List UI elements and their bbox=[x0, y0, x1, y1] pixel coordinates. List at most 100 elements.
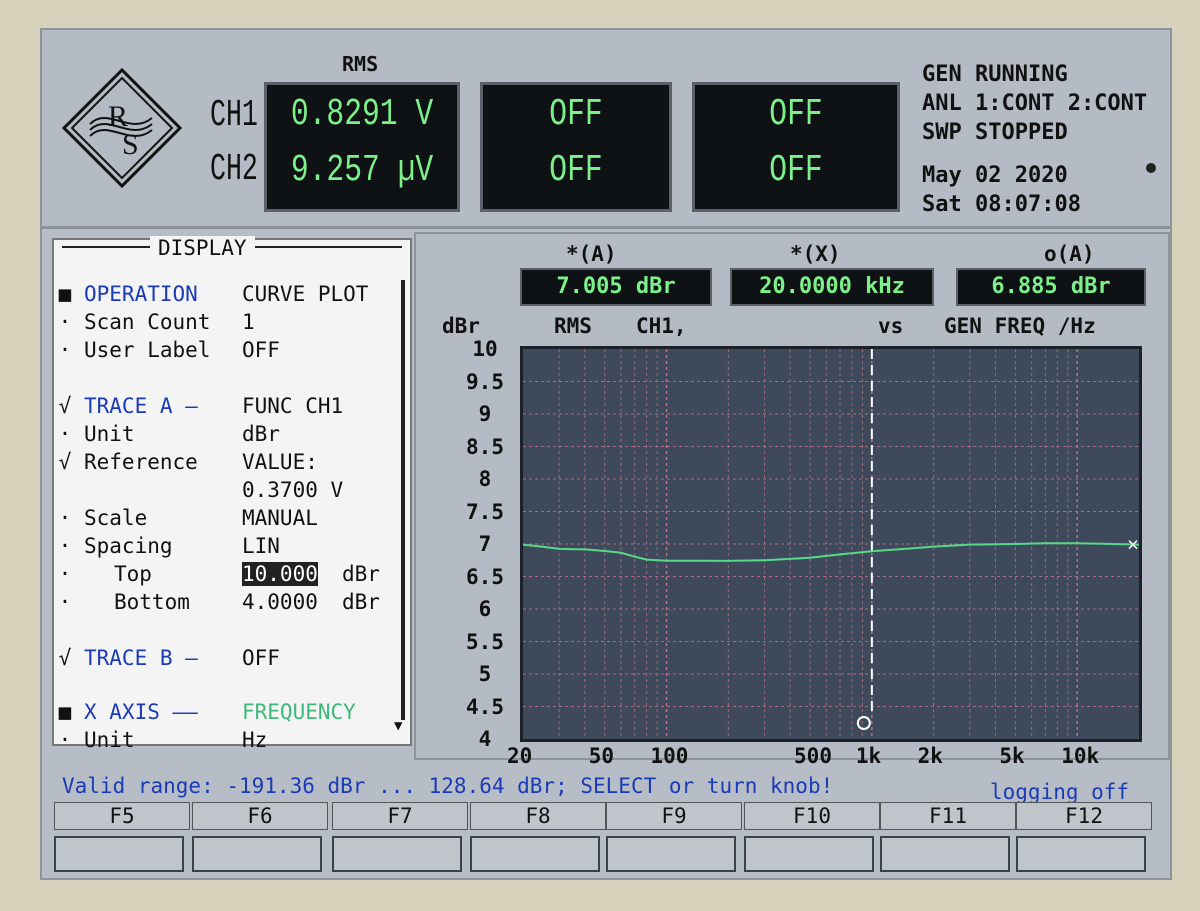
row-label: Top bbox=[114, 562, 152, 586]
panel-row[interactable]: · Scale MANUAL bbox=[54, 506, 399, 534]
status-block: GEN RUNNING ANL 1:CONT 2:CONT SWP STOPPE… bbox=[922, 60, 1147, 219]
panel-row[interactable]: · User Label OFF bbox=[54, 338, 399, 366]
row-label: Scale bbox=[84, 506, 148, 530]
swp-status: SWP STOPPED bbox=[922, 120, 1068, 145]
panel-row[interactable]: · Unit dBr bbox=[54, 422, 399, 450]
row-marker-icon: · bbox=[58, 310, 72, 334]
measure-channel: CH1, bbox=[636, 314, 687, 338]
row-marker-icon: · bbox=[58, 506, 72, 530]
panel-scrollbar[interactable] bbox=[401, 280, 405, 720]
function-key-label: F11 bbox=[880, 802, 1016, 830]
function-key-label: F9 bbox=[606, 802, 742, 830]
function-key-label: F7 bbox=[332, 802, 468, 830]
row-label: Scan Count bbox=[84, 310, 211, 334]
y-tick-label: 7 bbox=[478, 532, 492, 556]
y-tick-label: 4.5 bbox=[466, 694, 504, 719]
ch2-value: 9.257 µV bbox=[290, 149, 434, 192]
vs-label: vs bbox=[878, 314, 904, 338]
soft-key-button[interactable] bbox=[54, 836, 184, 872]
row-value[interactable]: OFF bbox=[242, 646, 280, 670]
row-label: TRACE A — bbox=[84, 394, 198, 418]
row-value[interactable]: Hz bbox=[242, 728, 267, 752]
rms-label: RMS bbox=[342, 52, 379, 76]
row-value[interactable]: FREQUENCY bbox=[242, 700, 356, 724]
x-tick-label: 10k bbox=[1061, 744, 1100, 768]
y-tick-label: 8 bbox=[478, 467, 492, 491]
row-value[interactable]: OFF bbox=[242, 338, 280, 362]
row-marker-icon: √ bbox=[58, 450, 72, 474]
row-value[interactable]: CURVE PLOT bbox=[242, 282, 368, 306]
soft-key-button[interactable] bbox=[744, 836, 874, 872]
measure-mode: RMS bbox=[554, 314, 592, 338]
row-value[interactable]: 10.000 bbox=[242, 562, 318, 586]
row-unit: dBr bbox=[342, 562, 380, 586]
row-label: X AXIS —— bbox=[84, 700, 198, 724]
row-value[interactable]: 4.0000 bbox=[242, 590, 318, 614]
soft-key-button[interactable] bbox=[606, 836, 736, 872]
y-tick-label: 9.5 bbox=[466, 369, 504, 394]
row-value[interactable]: VALUE: bbox=[242, 450, 318, 474]
panel-row[interactable]: 0.3700 V bbox=[54, 478, 399, 506]
soft-key-button[interactable] bbox=[470, 836, 600, 872]
panel-row[interactable]: ■ X AXIS —— FREQUENCY bbox=[54, 700, 399, 728]
function-key-label: F10 bbox=[744, 802, 880, 830]
row-marker-icon: · bbox=[58, 590, 72, 614]
panel-row[interactable]: ■ OPERATION CURVE PLOT bbox=[54, 282, 399, 310]
y-tick-label: 5.5 bbox=[466, 629, 504, 654]
panel-row[interactable]: √ Reference VALUE: bbox=[54, 450, 399, 478]
y-tick-label: 4 bbox=[478, 727, 492, 751]
function-key-label: F12 bbox=[1016, 802, 1152, 830]
row-value[interactable]: dBr bbox=[242, 422, 280, 446]
x-tick-label: 50 bbox=[588, 744, 614, 768]
soft-key-button[interactable] bbox=[332, 836, 462, 872]
row-label: Unit bbox=[84, 728, 135, 752]
y-tick-label: 8.5 bbox=[466, 434, 504, 459]
soft-key-button[interactable] bbox=[1016, 836, 1146, 872]
trace-a-line bbox=[523, 542, 1139, 562]
panel-row[interactable]: · Top 10.000 dBr bbox=[54, 562, 399, 590]
row-marker-icon: √ bbox=[58, 646, 72, 670]
display-settings-panel[interactable]: DISPLAY ■ OPERATION CURVE PLOT · Scan Count 1… bbox=[52, 236, 412, 752]
function-key-label: F5 bbox=[54, 802, 190, 830]
row-label: Spacing bbox=[84, 534, 173, 558]
meter3-bottom: OFF bbox=[769, 149, 823, 192]
meter2-top: OFF bbox=[549, 93, 603, 136]
row-marker-icon: · bbox=[58, 422, 72, 446]
ch1-value: 0.8291 V bbox=[290, 93, 434, 136]
function-key-label: F6 bbox=[192, 802, 328, 830]
x-tick-label: 100 bbox=[650, 744, 689, 768]
panel-row[interactable]: · Unit Hz bbox=[54, 728, 399, 756]
row-value[interactable]: 1 bbox=[242, 310, 255, 334]
time: Sat 08:07:08 bbox=[922, 192, 1081, 217]
meter-2: OFF OFF bbox=[480, 82, 672, 212]
row-value[interactable]: MANUAL bbox=[242, 506, 318, 530]
soft-key-button[interactable] bbox=[880, 836, 1010, 872]
function-key-label: F8 bbox=[470, 802, 606, 830]
soft-key-button[interactable] bbox=[192, 836, 322, 872]
marker-a-value: 7.005 dBr bbox=[520, 268, 712, 306]
meter3-top: OFF bbox=[769, 93, 823, 136]
marker-o-head: o(A) bbox=[1044, 242, 1095, 266]
graph-panel: *(A) *(X) o(A) 7.005 dBr 20.0000 kHz 6.8… bbox=[414, 232, 1170, 768]
x-tick-label: 5k bbox=[999, 744, 1025, 768]
x-tick-label: 500 bbox=[794, 744, 832, 768]
row-label: Unit bbox=[84, 422, 135, 446]
row-marker-icon: · bbox=[58, 728, 72, 752]
row-value[interactable]: 0.3700 V bbox=[242, 478, 343, 502]
marker-x-value: 20.0000 kHz bbox=[730, 268, 934, 306]
panel-row[interactable]: √ TRACE B — OFF bbox=[54, 646, 399, 674]
row-label: Reference bbox=[84, 450, 198, 474]
row-value[interactable]: LIN bbox=[242, 534, 280, 558]
panel-row[interactable]: · Bottom 4.0000 dBr bbox=[54, 590, 399, 618]
y-tick-label: 5 bbox=[478, 662, 492, 686]
scroll-down-icon[interactable]: ▼ bbox=[394, 718, 402, 734]
y-tick-label: 6 bbox=[478, 597, 492, 621]
row-value[interactable]: FUNC CH1 bbox=[242, 394, 343, 418]
panel-row[interactable]: · Spacing LIN bbox=[54, 534, 399, 562]
x-quantity-label: GEN FREQ /Hz bbox=[944, 314, 1096, 338]
panel-row[interactable]: · Scan Count 1 bbox=[54, 310, 399, 338]
plot-area[interactable] bbox=[520, 346, 1142, 742]
panel-row[interactable]: √ TRACE A — FUNC CH1 bbox=[54, 394, 399, 422]
y-unit-label: dBr bbox=[442, 314, 480, 338]
ch1-label: CH1 bbox=[210, 94, 258, 137]
